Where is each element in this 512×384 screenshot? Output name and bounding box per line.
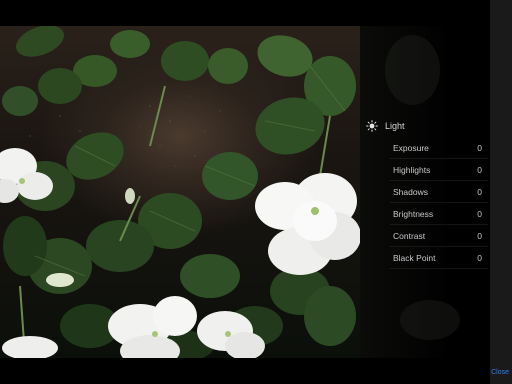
adjustment-value: 0 [477,186,482,197]
adjustment-value: 0 [477,142,482,153]
section-header-light[interactable]: Light [360,116,488,136]
right-sidebar-strip [490,0,512,384]
adjustment-label: Highlights [393,164,431,175]
section-label: Light [385,121,405,131]
adjustment-row-shadows[interactable]: Shadows 0 [390,181,488,203]
sun-icon [366,120,378,132]
adjustment-value: 0 [477,208,482,219]
adjustment-row-highlights[interactable]: Highlights 0 [390,159,488,181]
adjustment-label: Brightness [393,208,434,219]
adjustment-label: Black Point [393,252,436,263]
adjustment-value: 0 [477,252,482,263]
adjustment-row-contrast[interactable]: Contrast 0 [390,225,488,247]
adjustment-row-black-point[interactable]: Black Point 0 [390,247,488,269]
adjustment-label: Exposure [393,142,429,153]
adjustment-row-exposure[interactable]: Exposure 0 [390,137,488,159]
ghost-leaf [400,300,460,340]
ghost-leaf [385,35,440,105]
adjustment-row-brightness[interactable]: Brightness 0 [390,203,488,225]
flower-photo [0,26,360,358]
adjustment-value: 0 [477,164,482,175]
close-button[interactable]: Close [491,369,509,376]
adjustment-label: Shadows [393,186,428,197]
photo-canvas[interactable] [0,26,360,358]
adjustment-list: Exposure 0 Highlights 0 Shadows 0 Bright… [390,137,488,269]
bud [46,273,74,287]
adjustment-value: 0 [477,230,482,241]
adjustments-panel: Light Exposure 0 Highlights 0 Shadows 0 … [360,110,488,270]
adjustment-label: Contrast [393,230,426,241]
